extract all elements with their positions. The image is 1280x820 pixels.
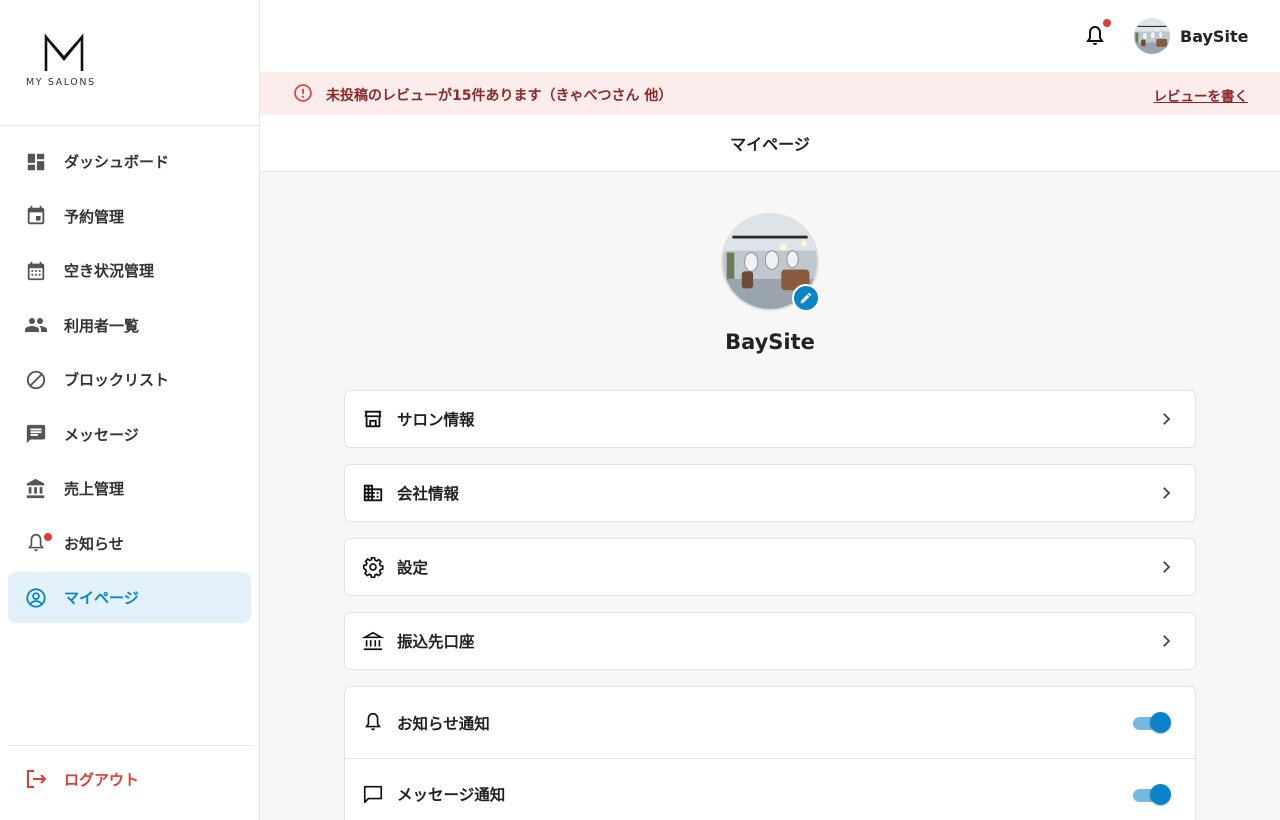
avatar — [1134, 18, 1170, 54]
store-icon — [362, 408, 384, 430]
user-name: BaySite — [1180, 26, 1249, 46]
logout-label: ログアウト — [64, 770, 140, 789]
logo-mark-icon — [44, 33, 84, 71]
edit-avatar-button[interactable] — [792, 284, 820, 312]
toggle-thumb — [1150, 784, 1171, 805]
message-notification-toggle[interactable] — [1133, 784, 1171, 806]
sidebar-item-label: お知らせ — [64, 534, 124, 553]
notification-label: お知らせ通知 — [397, 714, 490, 733]
block-icon — [24, 368, 48, 392]
people-icon — [24, 313, 48, 337]
pencil-icon — [800, 292, 812, 304]
gear-icon — [362, 556, 384, 579]
error-icon — [293, 83, 313, 107]
message-icon — [24, 422, 48, 446]
user-menu[interactable]: BaySite — [1134, 18, 1248, 54]
sidebar-item-availability[interactable]: 空き状況管理 — [8, 245, 251, 296]
notification-label: メッセージ通知 — [397, 786, 506, 804]
logo-text: MY SALONS — [26, 77, 96, 88]
sidebar-divider — [8, 745, 251, 746]
profile-name: BaySite — [725, 330, 815, 354]
logout-icon — [24, 767, 48, 791]
page-title-bar: マイページ — [260, 115, 1280, 172]
menu-label: 会社情報 — [397, 485, 460, 503]
brand-logo[interactable]: MY SALONS — [0, 0, 259, 126]
sidebar-item-reservations[interactable]: 予約管理 — [8, 191, 251, 242]
sidebar-item-label: マイページ — [64, 589, 139, 607]
menu-salon-info[interactable]: サロン情報 — [344, 390, 1196, 448]
sidebar-item-sales[interactable]: 売上管理 — [8, 463, 251, 514]
sidebar-item-mypage[interactable]: マイページ — [8, 572, 251, 623]
menu-company-info[interactable]: 会社情報 — [344, 464, 1196, 522]
notification-badge — [44, 532, 52, 541]
notification-badge — [1103, 19, 1111, 27]
menu-label: 振込先口座 — [397, 633, 475, 651]
sidebar-item-label: ダッシュボード — [64, 153, 170, 171]
main-content: BaySite サロン情報 会社情報 設定 振込先口座 お知らせ通知 メッセージ… — [260, 172, 1280, 820]
sidebar-item-label: メッセージ — [64, 425, 139, 444]
logout-button[interactable]: ログアウト — [8, 754, 251, 804]
menu-settings[interactable]: 設定 — [344, 538, 1196, 596]
bell-icon — [1086, 25, 1104, 45]
sidebar-item-messages[interactable]: メッセージ — [8, 409, 251, 460]
top-header: BaySite — [260, 0, 1280, 72]
chat-icon — [362, 783, 384, 805]
bank-icon — [24, 477, 48, 501]
bell-icon — [362, 711, 384, 733]
alert-message: 未投稿のレビューが15件あります（きゃべつさん 他） — [326, 88, 673, 104]
sidebar-item-notices[interactable]: お知らせ — [8, 518, 251, 569]
notice-notification-row: お知らせ通知 — [345, 687, 1195, 758]
account-circle-icon — [24, 586, 48, 610]
chevron-right-icon — [1157, 410, 1175, 432]
calendar-event-icon — [24, 204, 48, 228]
review-alert-banner: 未投稿のレビューが15件あります（きゃべつさん 他） レビューを書く — [260, 72, 1280, 115]
notification-bell-button[interactable] — [1083, 19, 1111, 48]
menu-label: 設定 — [397, 559, 429, 577]
sidebar-nav: ダッシュボード 予約管理 空き状況管理 利用者一覧 ブロックリスト メッセージ … — [8, 136, 251, 627]
bank-icon — [361, 630, 385, 652]
notice-notification-toggle[interactable] — [1133, 712, 1171, 734]
chevron-right-icon — [1157, 484, 1175, 506]
sidebar-item-blocklist[interactable]: ブロックリスト — [8, 354, 251, 405]
chevron-right-icon — [1157, 632, 1175, 654]
toggle-thumb — [1150, 712, 1171, 733]
sidebar-item-dashboard[interactable]: ダッシュボード — [8, 136, 251, 187]
write-review-link[interactable]: レビューを書く — [1154, 85, 1249, 105]
menu-bank-account[interactable]: 振込先口座 — [344, 612, 1196, 670]
sidebar-item-users[interactable]: 利用者一覧 — [8, 300, 251, 351]
page-title: マイページ — [730, 135, 810, 154]
chevron-right-icon — [1157, 558, 1175, 580]
menu-label: サロン情報 — [397, 411, 475, 429]
sidebar: MY SALONS ダッシュボード 予約管理 空き状況管理 利用者一覧 ブロック… — [0, 0, 260, 820]
sidebar-item-label: 予約管理 — [64, 207, 125, 226]
sidebar-item-label: ブロックリスト — [64, 371, 170, 389]
message-notification-row: メッセージ通知 — [345, 758, 1195, 820]
building-icon — [362, 482, 384, 504]
calendar-month-icon — [24, 259, 48, 283]
sidebar-item-label: 利用者一覧 — [64, 316, 140, 335]
notification-settings-card: お知らせ通知 メッセージ通知 — [344, 686, 1196, 820]
sidebar-item-label: 売上管理 — [64, 480, 125, 498]
dashboard-icon — [24, 150, 48, 174]
sidebar-item-label: 空き状況管理 — [64, 262, 155, 280]
